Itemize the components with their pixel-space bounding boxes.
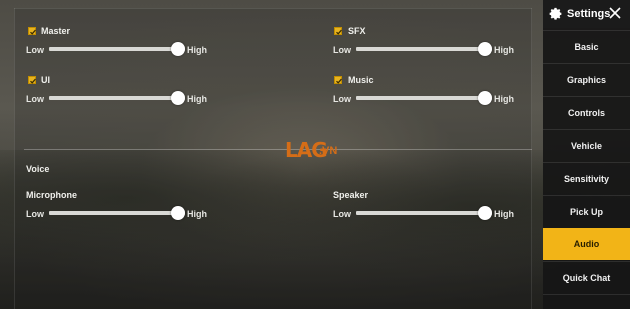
slider-track	[356, 211, 492, 215]
watermark-suffix-text: .VN	[319, 145, 338, 157]
sfx-volume-slider[interactable]	[356, 42, 492, 56]
music-high-label: High	[494, 94, 514, 104]
sfx-checkbox[interactable]	[334, 27, 342, 35]
microphone-high-label: High	[187, 209, 207, 219]
sfx-low-label: Low	[333, 45, 351, 55]
music-label: Music	[348, 75, 374, 85]
master-low-label: Low	[26, 45, 44, 55]
gear-icon	[549, 7, 562, 20]
master-label: Master	[41, 26, 71, 36]
panel-border-right	[531, 8, 532, 309]
menu-item-basic[interactable]: Basic	[543, 30, 630, 62]
slider-thumb[interactable]	[478, 91, 492, 105]
slider-thumb[interactable]	[171, 42, 185, 56]
ui-volume-slider[interactable]	[49, 91, 185, 105]
checkmark-icon	[30, 78, 36, 84]
menu-item-audio[interactable]: Audio	[543, 228, 630, 260]
microphone-low-label: Low	[26, 209, 44, 219]
slider-track	[49, 211, 185, 215]
ui-low-label: Low	[26, 94, 44, 104]
slider-track	[49, 47, 185, 51]
ui-checkbox[interactable]	[28, 76, 36, 84]
slider-thumb[interactable]	[478, 42, 492, 56]
slider-thumb[interactable]	[171, 91, 185, 105]
menu-item-more[interactable]	[543, 294, 630, 309]
settings-title: Settings	[567, 8, 611, 20]
ui-label: UI	[41, 75, 50, 85]
speaker-volume-slider[interactable]	[356, 206, 492, 220]
slider-thumb[interactable]	[171, 206, 185, 220]
music-volume-slider[interactable]	[356, 91, 492, 105]
voice-section-title: Voice	[26, 164, 50, 174]
master-high-label: High	[187, 45, 207, 55]
ui-high-label: High	[187, 94, 207, 104]
microphone-volume-slider[interactable]	[49, 206, 185, 220]
music-low-label: Low	[333, 94, 351, 104]
speaker-label: Speaker	[333, 190, 369, 200]
menu-item-vehicle[interactable]: Vehicle	[543, 129, 630, 161]
master-checkbox[interactable]	[28, 27, 36, 35]
slider-track	[356, 47, 492, 51]
checkmark-icon	[30, 29, 36, 35]
microphone-label: Microphone	[26, 190, 77, 200]
checkmark-icon	[336, 29, 342, 35]
watermark-logo: LAG .VN	[281, 134, 345, 168]
speaker-high-label: High	[494, 209, 514, 219]
checkmark-icon	[336, 78, 342, 84]
speaker-low-label: Low	[333, 209, 351, 219]
panel-border-left	[14, 8, 15, 309]
menu-item-pick-up[interactable]: Pick Up	[543, 195, 630, 227]
menu-item-graphics[interactable]: Graphics	[543, 63, 630, 95]
slider-track	[356, 96, 492, 100]
music-checkbox[interactable]	[334, 76, 342, 84]
sfx-high-label: High	[494, 45, 514, 55]
master-volume-slider[interactable]	[49, 42, 185, 56]
slider-track	[49, 96, 185, 100]
close-icon[interactable]	[608, 6, 622, 20]
sfx-label: SFX	[348, 26, 366, 36]
slider-thumb[interactable]	[478, 206, 492, 220]
menu-item-sensitivity[interactable]: Sensitivity	[543, 162, 630, 194]
panel-border-top	[14, 8, 532, 9]
section-divider	[24, 149, 532, 150]
menu-item-quick-chat[interactable]: Quick Chat	[543, 261, 630, 293]
menu-item-controls[interactable]: Controls	[543, 96, 630, 128]
